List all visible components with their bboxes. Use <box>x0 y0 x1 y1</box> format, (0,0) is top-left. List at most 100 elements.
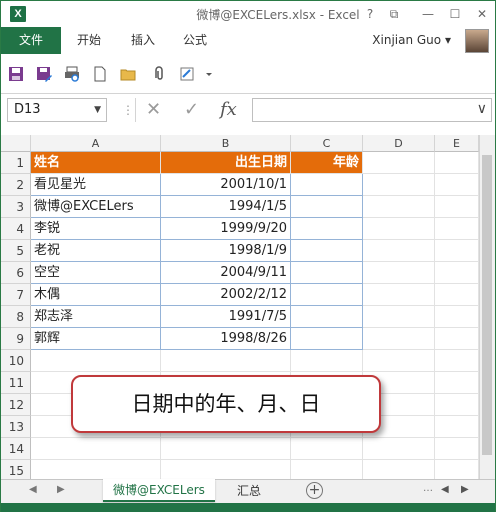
table-cell[interactable]: 木偶 <box>31 284 161 306</box>
row-header[interactable]: 8 <box>1 306 31 328</box>
name-box[interactable]: D13 ▼ <box>7 98 107 122</box>
grid-cell[interactable] <box>31 350 161 372</box>
grid-cell[interactable] <box>363 218 435 240</box>
grid-cell[interactable] <box>435 394 479 416</box>
row-header[interactable]: 3 <box>1 196 31 218</box>
avatar[interactable] <box>465 29 489 53</box>
vertical-scrollbar[interactable] <box>479 135 495 479</box>
column-header-e[interactable]: E <box>435 135 479 152</box>
column-header-d[interactable]: D <box>363 135 435 152</box>
table-cell[interactable]: 1991/7/5 <box>161 306 291 328</box>
table-cell[interactable]: 老祝 <box>31 240 161 262</box>
grid-cell[interactable] <box>435 460 479 479</box>
grid-cell[interactable] <box>363 174 435 196</box>
row-header[interactable]: 4 <box>1 218 31 240</box>
add-sheet-button[interactable]: + <box>306 482 323 499</box>
grid-cell[interactable] <box>435 328 479 350</box>
table-cell[interactable] <box>291 240 363 262</box>
grid-cell[interactable] <box>291 438 363 460</box>
table-cell[interactable] <box>291 196 363 218</box>
table-cell[interactable] <box>291 218 363 240</box>
table-cell[interactable]: 郑志泽 <box>31 306 161 328</box>
row-header[interactable]: 7 <box>1 284 31 306</box>
row-header[interactable]: 1 <box>1 152 31 174</box>
grid-cell[interactable] <box>31 438 161 460</box>
table-cell[interactable] <box>291 262 363 284</box>
hscroll-right-icon[interactable]: ▶ <box>461 484 469 495</box>
close-button[interactable]: ✕ <box>471 4 493 24</box>
column-header-a[interactable]: A <box>31 135 161 152</box>
print-preview-icon[interactable] <box>64 66 80 82</box>
table-header-cell[interactable]: 出生日期 <box>161 152 291 174</box>
table-cell[interactable]: 1994/1/5 <box>161 196 291 218</box>
grid-cell[interactable] <box>363 306 435 328</box>
vertical-scroll-thumb[interactable] <box>482 155 492 455</box>
grid-cell[interactable] <box>161 460 291 479</box>
table-header-cell[interactable]: 年龄 <box>291 152 363 174</box>
grid-cell[interactable] <box>363 262 435 284</box>
column-header-c[interactable]: C <box>291 135 363 152</box>
grid-cell[interactable] <box>435 372 479 394</box>
save-as-icon[interactable] <box>36 66 52 82</box>
formula-input[interactable]: ∨ <box>252 98 492 122</box>
tab-file[interactable]: 文件 <box>1 27 61 54</box>
row-header[interactable]: 12 <box>1 394 31 416</box>
grid-cell[interactable] <box>363 460 435 479</box>
enter-icon[interactable]: ✓ <box>184 98 199 122</box>
table-cell[interactable]: 空空 <box>31 262 161 284</box>
grid-cell[interactable] <box>435 262 479 284</box>
attach-icon[interactable] <box>151 66 167 82</box>
row-header[interactable]: 5 <box>1 240 31 262</box>
table-cell[interactable] <box>291 328 363 350</box>
grid-cell[interactable] <box>363 438 435 460</box>
table-cell[interactable]: 1999/9/20 <box>161 218 291 240</box>
table-cell[interactable]: 微博@EXCELers <box>31 196 161 218</box>
next-sheet-icon[interactable]: ▶ <box>57 484 65 495</box>
new-doc-icon[interactable] <box>92 66 108 82</box>
row-header[interactable]: 2 <box>1 174 31 196</box>
row-header[interactable]: 11 <box>1 372 31 394</box>
grid-cell[interactable] <box>363 196 435 218</box>
grid-cell[interactable] <box>435 284 479 306</box>
table-cell[interactable]: 郭辉 <box>31 328 161 350</box>
grid-cell[interactable] <box>435 152 479 174</box>
grid-cell[interactable] <box>435 306 479 328</box>
prev-sheet-icon[interactable]: ◀ <box>29 484 37 495</box>
row-header[interactable]: 10 <box>1 350 31 372</box>
table-header-cell[interactable]: 姓名 <box>31 152 161 174</box>
row-header[interactable]: 14 <box>1 438 31 460</box>
grid-cell[interactable] <box>363 152 435 174</box>
format-icon[interactable] <box>179 66 195 82</box>
worksheet-grid[interactable]: A B C D E 1 姓名 出生日期 年龄 2 看见星光 2001/10/1 3 微博@EXC… <box>1 135 495 479</box>
grid-cell[interactable] <box>435 416 479 438</box>
minimize-button[interactable]: — <box>417 4 439 24</box>
grid-cell[interactable] <box>435 438 479 460</box>
maximize-button[interactable]: ☐ <box>444 4 466 24</box>
qat-dropdown-icon[interactable] <box>205 66 213 82</box>
grid-cell[interactable] <box>435 218 479 240</box>
table-cell[interactable] <box>291 306 363 328</box>
table-cell[interactable]: 2001/10/1 <box>161 174 291 196</box>
grid-cell[interactable] <box>363 240 435 262</box>
table-cell[interactable]: 1998/8/26 <box>161 328 291 350</box>
tab-formulas[interactable]: 公式 <box>183 27 207 54</box>
grid-cell[interactable] <box>291 460 363 479</box>
table-cell[interactable]: 李锐 <box>31 218 161 240</box>
table-cell[interactable]: 2002/2/12 <box>161 284 291 306</box>
open-folder-icon[interactable] <box>120 66 136 82</box>
table-cell[interactable]: 1998/1/9 <box>161 240 291 262</box>
insert-function-icon[interactable]: fx <box>220 98 237 122</box>
user-name[interactable]: Xinjian Guo ▾ <box>372 27 451 54</box>
sheet-tab-summary[interactable]: 汇总 <box>229 480 269 502</box>
grid-cell[interactable] <box>435 350 479 372</box>
table-cell[interactable] <box>291 284 363 306</box>
table-cell[interactable] <box>291 174 363 196</box>
sheet-tab-active[interactable]: 微博@EXCELers <box>103 479 215 502</box>
grid-cell[interactable] <box>435 196 479 218</box>
table-cell[interactable]: 看见星光 <box>31 174 161 196</box>
save-icon[interactable] <box>8 66 24 82</box>
ribbon-display-button[interactable]: ⧉ <box>383 4 405 24</box>
grid-cell[interactable] <box>31 460 161 479</box>
select-all-corner[interactable] <box>1 135 31 152</box>
cancel-icon[interactable]: ✕ <box>146 98 161 122</box>
